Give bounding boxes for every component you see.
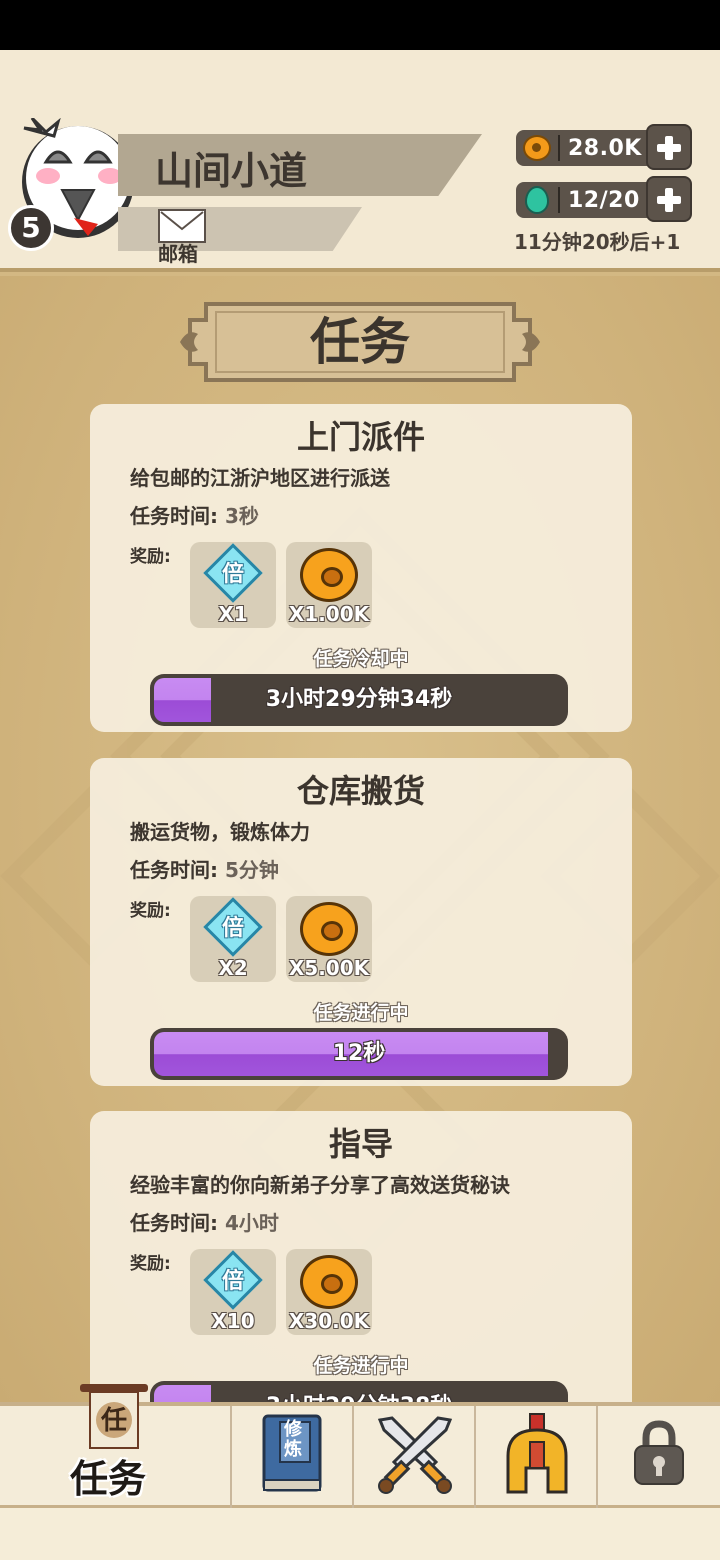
divider [558,135,560,161]
envelope-flap-icon [160,211,204,231]
player-name: 山间小道 [155,149,308,193]
task-duration-value: 4小时 [224,1211,279,1235]
task-status: 任务进行中 [313,1355,409,1377]
reward-multiplier-amount: X2 [218,956,248,980]
tab-tasks[interactable]: 任 任务 [0,1384,232,1508]
reward-coin-amount: X1.00K [288,602,370,626]
task-progress-bar: 12秒 [150,1028,568,1080]
add-coins-button[interactable] [646,124,692,170]
reward-multiplier-amount: X1 [218,602,248,626]
task-description: 经验丰富的你向新弟子分享了高效送货秘诀 [130,1173,510,1197]
reward-coin-item[interactable]: X30.0K [286,1249,372,1335]
bottom-safe-area [0,1508,720,1560]
coin-icon [523,135,551,161]
task-title: 指导 [328,1125,393,1163]
task-duration-value: 3秒 [224,504,259,528]
crossed-swords-icon [377,1416,453,1494]
divider [558,187,560,213]
stamina-gem-icon [525,186,549,214]
task-duration-label: 任务时间: [130,504,218,528]
task-card: 上门派件 给包邮的江浙沪地区进行派送 任务时间: 3秒 奖励: 倍 X1 X1.… [90,404,632,732]
reward-multiplier-item[interactable]: 倍 X1 [190,542,276,628]
helmet-icon [506,1413,568,1494]
tab-battle[interactable] [354,1406,476,1508]
reward-coin-amount: X30.0K [288,1309,370,1333]
tab-tasks-label: 任务 [69,1457,146,1501]
reward-multiplier-item[interactable]: 倍 X2 [190,896,276,982]
system-status-bar [0,0,720,50]
reward-label: 奖励: [130,547,171,567]
multiplier-diamond-char: 倍 [221,1269,244,1294]
task-progress-bar: 3小时29分钟34秒 [150,674,568,726]
tab-locked[interactable] [598,1406,720,1508]
tab-tasks-icon-char: 任 [100,1406,127,1436]
reward-coin-item[interactable]: X1.00K [286,542,372,628]
coin-icon [300,548,358,602]
stamina-refill-timer: 11分钟20秒后+1 [514,230,681,254]
multiplier-diamond-char: 倍 [221,916,244,941]
level-badge: 5 [8,205,54,251]
reward-coin-item[interactable]: X5.00K [286,896,372,982]
task-duration-label: 任务时间: [130,1211,218,1235]
task-duration: 任务时间: 4小时 [130,1207,279,1236]
reward-coin-amount: X5.00K [288,956,370,980]
mail-label[interactable]: 邮箱 [158,238,198,267]
task-description: 搬运货物，锻炼体力 [130,820,310,844]
task-card: 仓库搬货 搬运货物，锻炼体力 任务时间: 5分钟 奖励: 倍 X2 X5.00K… [90,758,632,1086]
task-card: 指导 经验丰富的你向新弟子分享了高效送货秘诀 任务时间: 4小时 奖励: 倍 X… [90,1111,632,1439]
task-duration-label: 任务时间: [130,858,218,882]
multiplier-diamond-char: 倍 [221,562,244,587]
task-status: 任务进行中 [313,1002,409,1024]
lock-icon [634,1420,684,1485]
coin-value: 28.0K [568,136,642,161]
coin-icon [300,902,358,956]
reward-label: 奖励: [130,901,171,921]
task-description: 给包邮的江浙沪地区进行派送 [130,466,390,490]
coin-icon [300,1255,358,1309]
add-stamina-button[interactable] [646,176,692,222]
task-title: 仓库搬货 [296,772,425,810]
progress-text: 3小时29分钟34秒 [265,687,453,712]
page-title: 任务 [310,313,410,371]
task-status: 任务冷却中 [313,648,409,670]
task-title: 上门派件 [296,418,425,456]
tab-helmet[interactable] [476,1406,598,1508]
reward-multiplier-amount: X10 [211,1309,255,1333]
progress-text: 12秒 [332,1041,386,1066]
reward-label: 奖励: [130,1254,171,1274]
task-duration-value: 5分钟 [224,858,279,882]
task-duration: 任务时间: 5分钟 [130,854,279,883]
tab-training[interactable]: 修炼 [232,1406,354,1508]
coin-counter: 28.0K [516,130,666,166]
reward-multiplier-item[interactable]: 倍 X10 [190,1249,276,1335]
mail-plate [118,207,362,251]
book-icon-chars: 修炼 [284,1419,302,1460]
stamina-value: 12/20 [568,188,640,213]
task-duration: 任务时间: 3秒 [130,500,259,529]
bottom-navigation: 任 任务 修炼 [0,1384,720,1508]
stamina-counter: 12/20 [516,182,666,218]
